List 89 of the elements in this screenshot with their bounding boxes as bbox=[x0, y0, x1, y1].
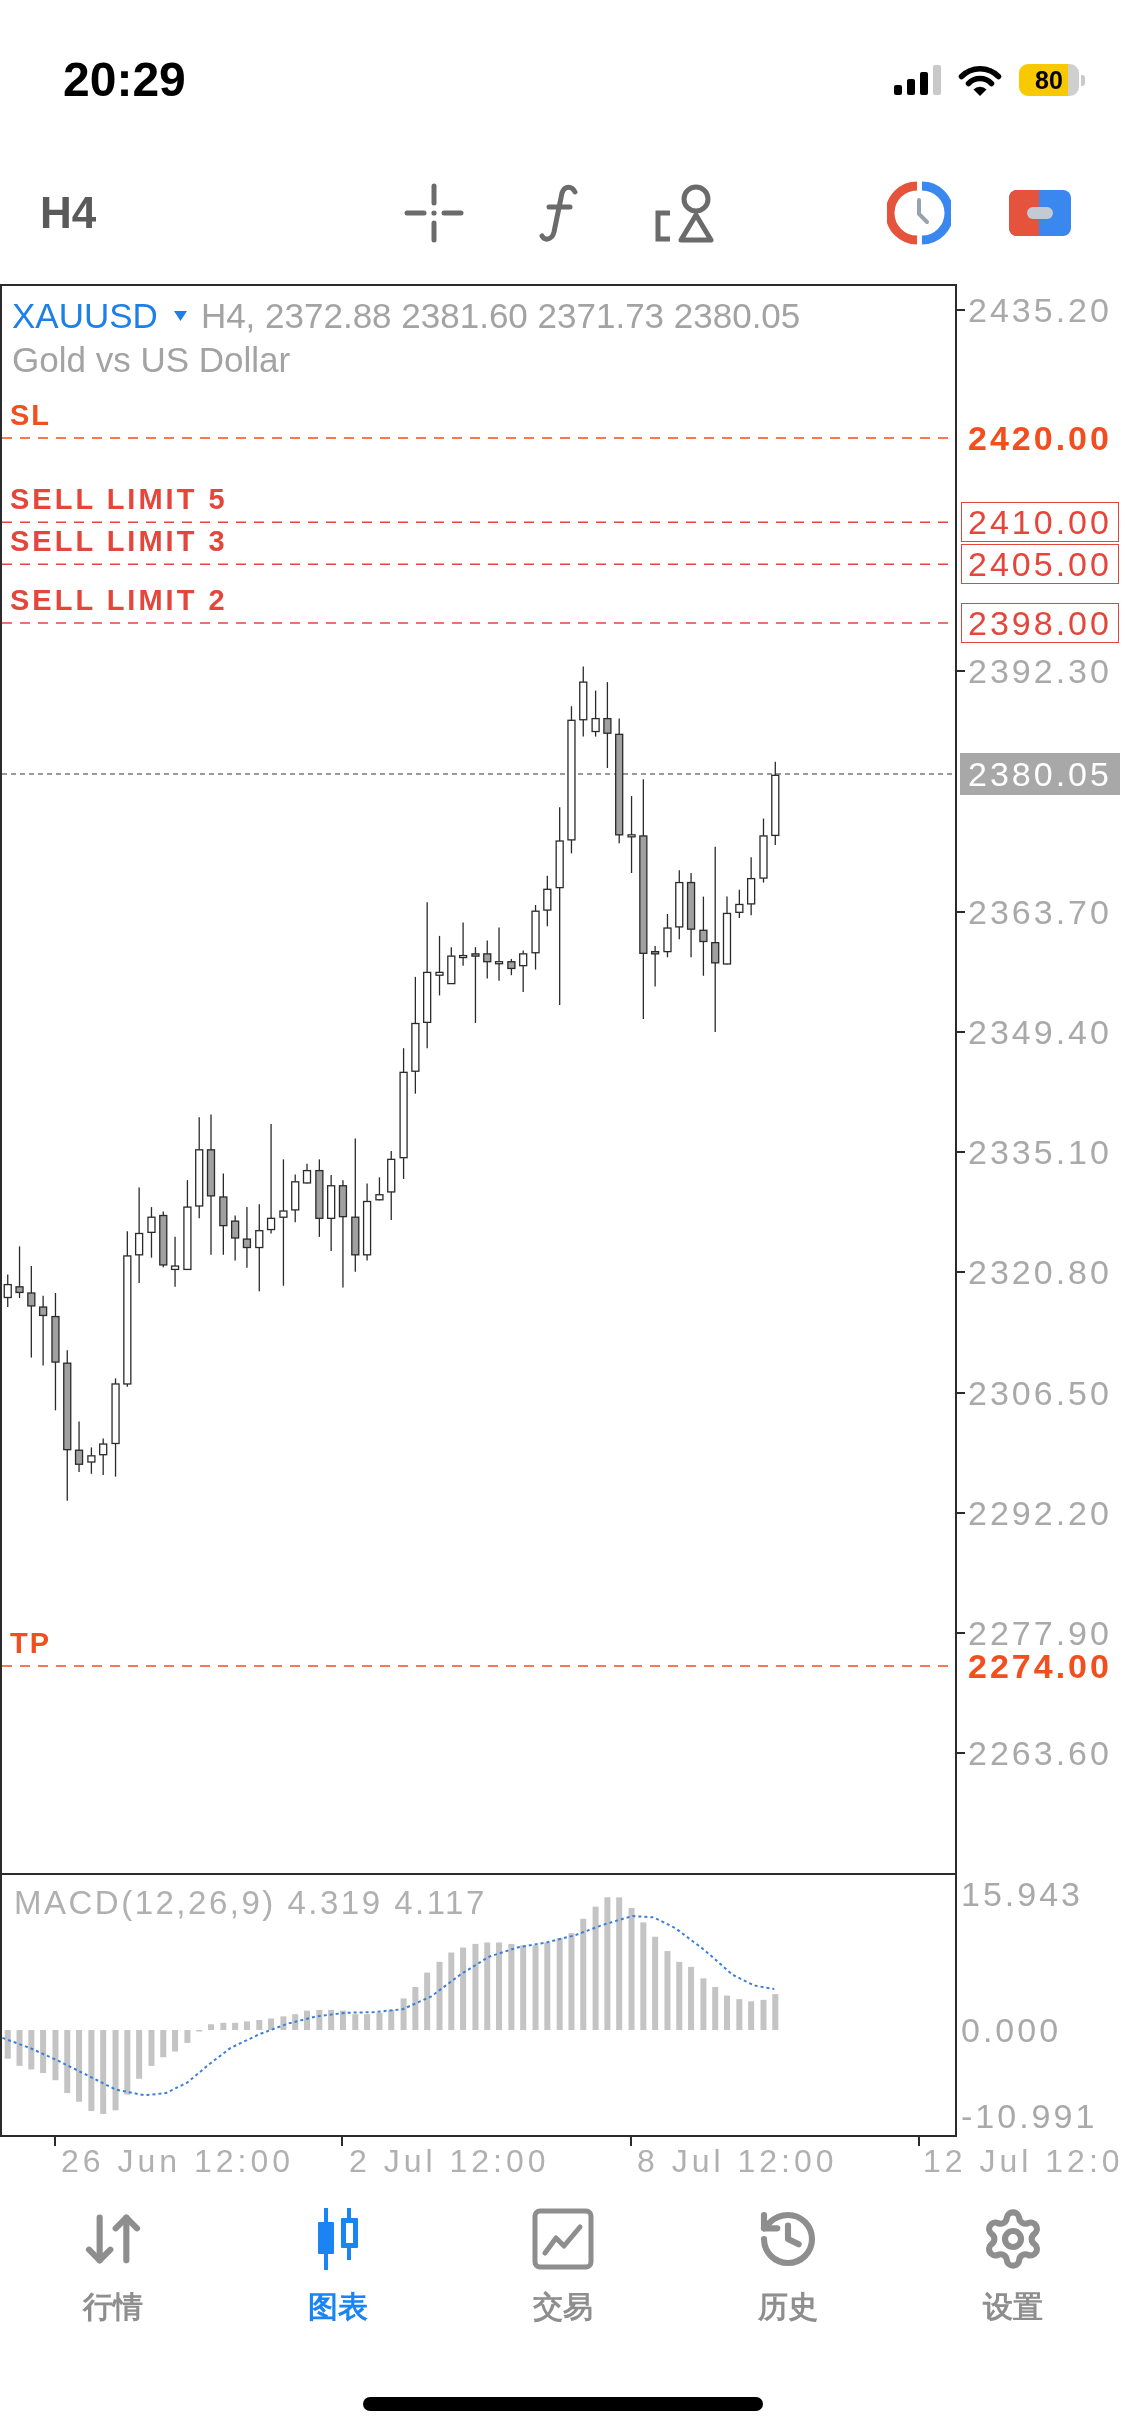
macd-bar bbox=[64, 2030, 71, 2094]
macd-bar bbox=[52, 2030, 59, 2081]
crosshair-icon[interactable] bbox=[404, 183, 465, 243]
symbol-selector[interactable]: XAUUSD bbox=[12, 294, 158, 338]
current-price-label: 2380.05 bbox=[960, 753, 1120, 795]
macd-bar bbox=[328, 2009, 335, 2030]
macd-bar bbox=[424, 1972, 431, 2030]
price-axis-label: 2435.20 bbox=[968, 290, 1112, 331]
order-label: SL bbox=[10, 398, 52, 433]
line-chart-icon bbox=[531, 2208, 594, 2270]
macd-bar bbox=[436, 1961, 443, 2030]
macd-bar bbox=[16, 2030, 23, 2066]
macd-bar bbox=[256, 2019, 263, 2030]
macd-bar bbox=[232, 2022, 239, 2030]
macd-bar bbox=[352, 2014, 359, 2030]
clock-icon[interactable] bbox=[887, 181, 952, 245]
tab-bar-item[interactable]: 交易 bbox=[450, 2189, 675, 2325]
macd-bar bbox=[724, 1995, 730, 2030]
macd-bar bbox=[688, 1966, 695, 2030]
toggle-icon[interactable] bbox=[1009, 190, 1072, 236]
order-price-label: 2410.00 bbox=[961, 502, 1119, 543]
status-time: 20:29 bbox=[63, 52, 186, 108]
macd-bar bbox=[40, 2030, 47, 2074]
price-axis-label: 2349.40 bbox=[968, 1011, 1112, 1052]
macd-bar bbox=[316, 2009, 323, 2030]
macd-bar bbox=[376, 2012, 383, 2030]
price-axis-label: 2363.70 bbox=[968, 891, 1112, 932]
order-label: SELL LIMIT 2 bbox=[10, 583, 228, 618]
macd-bar bbox=[292, 2014, 299, 2030]
price-axis-label: 2320.80 bbox=[968, 1252, 1112, 1293]
indicator-axis-label: 15.943 bbox=[961, 1874, 1083, 1914]
macd-bar bbox=[220, 2022, 227, 2030]
shapes-icon[interactable] bbox=[653, 182, 716, 244]
order-label: SELL LIMIT 3 bbox=[10, 524, 228, 559]
macd-bar bbox=[280, 2016, 287, 2030]
function-icon[interactable] bbox=[539, 184, 580, 242]
macd-bar bbox=[676, 1961, 683, 2030]
macd-bar bbox=[736, 1999, 743, 2030]
macd-bar bbox=[412, 1986, 419, 2030]
macd-bar bbox=[364, 2014, 371, 2030]
macd-bar bbox=[760, 1999, 767, 2030]
macd-bar bbox=[304, 2010, 310, 2030]
time-axis-label: 2 Jul 12:00 bbox=[349, 2142, 550, 2181]
candlestick-icon bbox=[315, 2208, 360, 2270]
order-price-label: 2398.00 bbox=[961, 603, 1119, 644]
price-axis-label: 2292.20 bbox=[968, 1492, 1112, 1533]
macd-bar bbox=[136, 2030, 143, 2079]
signal-icon bbox=[894, 65, 941, 95]
tab-bar-item[interactable]: 历史 bbox=[675, 2189, 900, 2325]
order-label: SELL LIMIT 5 bbox=[10, 482, 228, 517]
battery-indicator: 80 bbox=[1019, 64, 1085, 96]
macd-bar bbox=[748, 2001, 755, 2030]
macd-bar bbox=[172, 2030, 179, 2052]
time-axis-label: 8 Jul 12:00 bbox=[637, 2142, 838, 2181]
macd-bar bbox=[268, 2018, 275, 2030]
price-axis-label: 2392.30 bbox=[968, 651, 1112, 691]
order-label: TP bbox=[10, 1625, 52, 1660]
order-price-label: 2405.00 bbox=[961, 544, 1119, 585]
macd-bar bbox=[388, 2009, 395, 2030]
time-axis-label: 26 Jun 12:00 bbox=[61, 2142, 295, 2181]
macd-bar bbox=[243, 2021, 250, 2030]
macd-bar bbox=[208, 2024, 214, 2030]
macd-bar bbox=[400, 1998, 407, 2030]
instrument-description: Gold vs US Dollar bbox=[12, 339, 292, 381]
macd-bar bbox=[184, 2030, 191, 2043]
macd-bar bbox=[124, 2030, 131, 2095]
timeframe-button[interactable]: H4 bbox=[40, 188, 97, 238]
macd-bar bbox=[4, 2030, 11, 2059]
time-axis-label: 12 Jul 12:0 bbox=[923, 2142, 1124, 2181]
indicator-label: MACD(12,26,9) 4.319 4.117 bbox=[14, 1885, 487, 1921]
tab-bar-item[interactable]: 行情 bbox=[0, 2189, 225, 2325]
price-axis-label: 2306.50 bbox=[968, 1372, 1112, 1413]
macd-bar bbox=[700, 1978, 707, 2030]
ohlc-values: H4, 2372.88 2381.60 2371.73 2380.05 bbox=[200, 295, 801, 337]
tab-bar-item[interactable]: 设置 bbox=[900, 2189, 1125, 2325]
macd-bar bbox=[160, 2030, 167, 2058]
macd-bar bbox=[28, 2030, 35, 2070]
caret-down-icon[interactable] bbox=[173, 311, 187, 321]
price-axis-label: 2335.10 bbox=[968, 1132, 1112, 1173]
macd-bar bbox=[76, 2030, 83, 2102]
macd-bar bbox=[712, 1986, 719, 2030]
indicator-axis-label: -10.991 bbox=[961, 2096, 1098, 2136]
macd-bar bbox=[148, 2030, 155, 2066]
wifi-icon bbox=[957, 63, 1003, 97]
tab-bar-item[interactable]: 图表 bbox=[225, 2189, 450, 2325]
macd-bar bbox=[339, 2010, 346, 2030]
price-axis-label: 2263.60 bbox=[968, 1733, 1112, 1774]
macd-bar bbox=[772, 1994, 779, 2030]
indicator-axis-label: 0.000 bbox=[961, 2010, 1062, 2050]
